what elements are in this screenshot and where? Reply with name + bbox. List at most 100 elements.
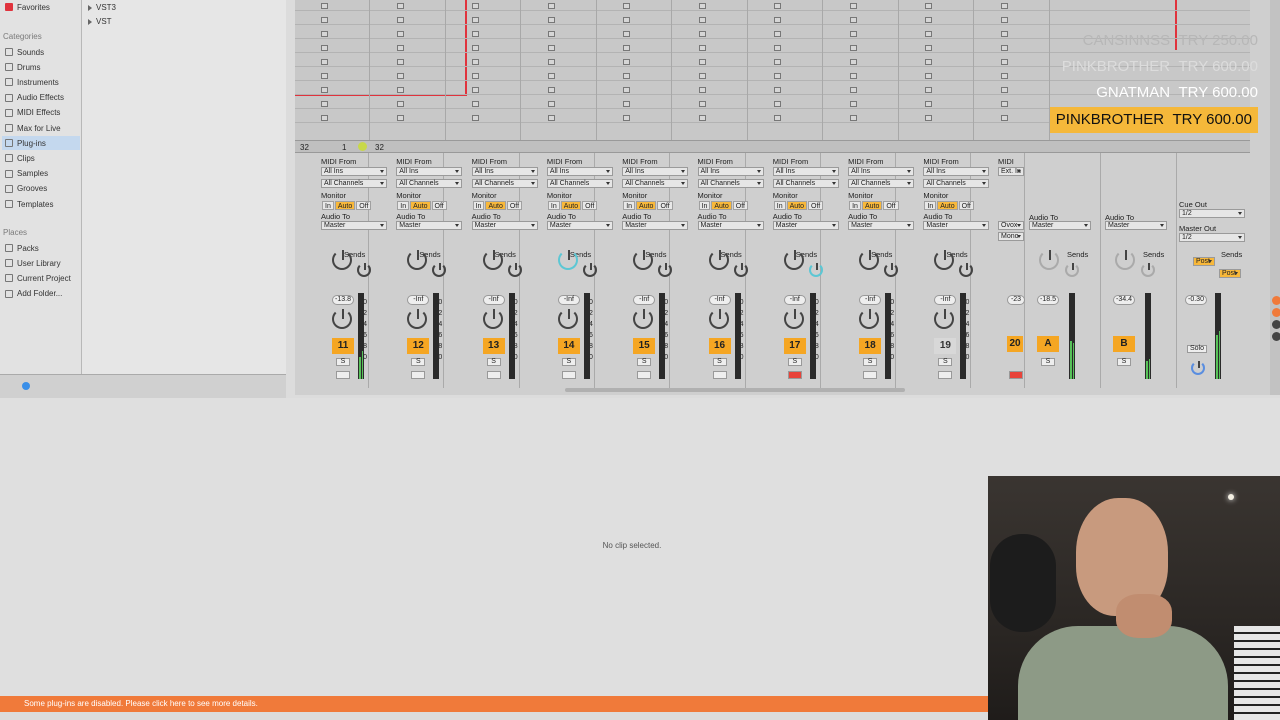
monitor-auto-button[interactable]: Auto	[485, 201, 506, 210]
monitor-in-button[interactable]: In	[472, 201, 485, 210]
track-number-button[interactable]: 11	[332, 338, 354, 354]
sidebar-item-audio-effects[interactable]: Audio Effects	[2, 91, 80, 105]
clip-slot-stop-button[interactable]	[698, 87, 706, 93]
monitor-off-button[interactable]: Off	[808, 201, 824, 210]
send-a-knob[interactable]	[633, 250, 654, 270]
clip-slot-stop-button[interactable]	[396, 115, 404, 121]
clip-slot-stop-button[interactable]	[774, 17, 781, 23]
clip-slot-stop-button[interactable]	[472, 17, 479, 23]
clip-slot-stop-button[interactable]	[321, 73, 328, 79]
monitor-auto-button[interactable]: Auto	[786, 201, 808, 210]
send-a-knob[interactable]	[332, 250, 352, 270]
track-number-button[interactable]: 18	[859, 338, 882, 354]
volume-field[interactable]: -Inf	[708, 295, 731, 305]
clip-slot-stop-button[interactable]	[396, 73, 404, 79]
clip-slot-stop-button[interactable]	[547, 101, 555, 107]
sidebar-item-drums[interactable]: Drums	[2, 60, 80, 74]
monitor-off-button[interactable]: Off	[506, 201, 523, 210]
clip-slot-stop-button[interactable]	[698, 73, 706, 79]
track-number-button[interactable]: 13	[482, 338, 505, 354]
solo-button[interactable]: S	[336, 358, 350, 366]
sidebar-item-grooves[interactable]: Grooves	[2, 182, 80, 196]
track-number-20[interactable]: 20	[1007, 336, 1023, 352]
place-item-add-folder-[interactable]: Add Folder...	[2, 287, 80, 301]
clip-slot-stop-button[interactable]	[472, 101, 479, 107]
clip-slot-stop-button[interactable]	[925, 59, 932, 65]
clip-slot-stop-button[interactable]	[547, 87, 555, 93]
clip-slot-stop-button[interactable]	[849, 87, 857, 93]
arm-button[interactable]	[863, 371, 878, 379]
clip-slot-stop-button[interactable]	[774, 59, 781, 65]
clip-slot-stop-button[interactable]	[925, 31, 932, 37]
clip-slot-stop-button[interactable]	[849, 73, 857, 79]
clip-slot-stop-button[interactable]	[623, 17, 630, 23]
clip-slot-stop-button[interactable]	[321, 87, 328, 93]
volume-field[interactable]: -Inf	[482, 295, 505, 305]
volume-field[interactable]: -34.4	[1113, 295, 1135, 305]
clip-slot-stop-button[interactable]	[623, 31, 630, 37]
clip-slot-stop-button[interactable]	[1000, 101, 1008, 107]
clip-slot-stop-button[interactable]	[623, 3, 630, 9]
sidebar-item-midi-effects[interactable]: MIDI Effects	[2, 106, 80, 120]
sidebar-item-max-for-live[interactable]: Max for Live	[2, 121, 80, 135]
volume-field[interactable]: -Inf	[633, 295, 656, 305]
clip-slot-stop-button[interactable]	[698, 3, 706, 9]
clip-slot-stop-button[interactable]	[472, 73, 479, 79]
clip-slot-stop-button[interactable]	[396, 45, 404, 51]
clip-slot-stop-button[interactable]	[321, 101, 328, 107]
send-b-knob[interactable]	[658, 263, 673, 277]
output-dropdown[interactable]: Master	[1029, 221, 1091, 230]
monitor-auto-button[interactable]: Auto	[711, 201, 732, 210]
clip-slot-stop-button[interactable]	[321, 59, 328, 65]
post-button-a[interactable]: Post	[1193, 257, 1215, 266]
solo-button[interactable]: S	[411, 358, 426, 366]
monitor-auto-button[interactable]: Auto	[861, 201, 883, 210]
clip-slot-stop-button[interactable]	[321, 17, 328, 23]
clip-slot-stop-button[interactable]	[774, 3, 781, 9]
arm-button[interactable]	[486, 371, 501, 379]
track-number-button[interactable]: 14	[557, 338, 580, 354]
clip-slot-stop-button[interactable]	[321, 31, 328, 37]
send-b-knob[interactable]	[808, 263, 823, 277]
clip-slot-stop-button[interactable]	[547, 45, 555, 51]
clip-slot-stop-button[interactable]	[698, 115, 706, 121]
clip-slot-stop-button[interactable]	[698, 45, 706, 51]
volume-field[interactable]: -Inf	[859, 295, 882, 305]
sidebar-item-templates[interactable]: Templates	[2, 197, 80, 211]
clip-slot-stop-button[interactable]	[623, 45, 630, 51]
send-b-knob[interactable]	[884, 263, 899, 277]
clip-slot-stop-button[interactable]	[547, 59, 555, 65]
clip-slot-stop-button[interactable]	[547, 17, 555, 23]
solo-button[interactable]: S	[1117, 358, 1131, 366]
arm-button[interactable]	[938, 371, 953, 379]
master-volume-field[interactable]: -0.30	[1185, 295, 1207, 305]
clip-slot-stop-button[interactable]	[925, 115, 932, 121]
send-b-knob[interactable]	[432, 263, 447, 277]
side-button-icon[interactable]	[1272, 320, 1280, 329]
sidebar-item-clips[interactable]: Clips	[2, 151, 80, 165]
return-label-a[interactable]: A	[1037, 336, 1059, 352]
clip-slot-stop-button[interactable]	[396, 101, 404, 107]
solo-button[interactable]: S	[637, 358, 652, 366]
clip-slot-stop-button[interactable]	[774, 73, 781, 79]
volume-field[interactable]: -Inf	[557, 295, 580, 305]
clip-slot-stop-button[interactable]	[849, 115, 857, 121]
clip-slot-stop-button[interactable]	[396, 59, 404, 65]
solo-button[interactable]: S	[561, 358, 576, 366]
monitor-in-button[interactable]: In	[547, 201, 560, 210]
clip-slot-stop-button[interactable]	[1000, 115, 1008, 121]
clip-slot-stop-button[interactable]	[472, 115, 479, 121]
clip-slot-stop-button[interactable]	[623, 59, 630, 65]
monitor-in-button[interactable]: In	[924, 201, 937, 210]
monitor-in-button[interactable]: In	[322, 201, 334, 210]
clip-slot-stop-button[interactable]	[396, 3, 404, 9]
send-b-knob[interactable]	[959, 263, 974, 277]
volume-field[interactable]: -Inf	[934, 295, 957, 305]
volume-field[interactable]: -18.5	[1037, 295, 1059, 305]
volume-field[interactable]: -13.8	[332, 295, 354, 305]
volume-field[interactable]: -23	[1007, 295, 1025, 305]
monitor-off-button[interactable]: Off	[958, 201, 974, 210]
clip-slot-stop-button[interactable]	[472, 31, 479, 37]
input-dropdown[interactable]: Ext. In	[998, 167, 1024, 176]
mixer-horizontal-scrollbar[interactable]	[565, 388, 905, 392]
